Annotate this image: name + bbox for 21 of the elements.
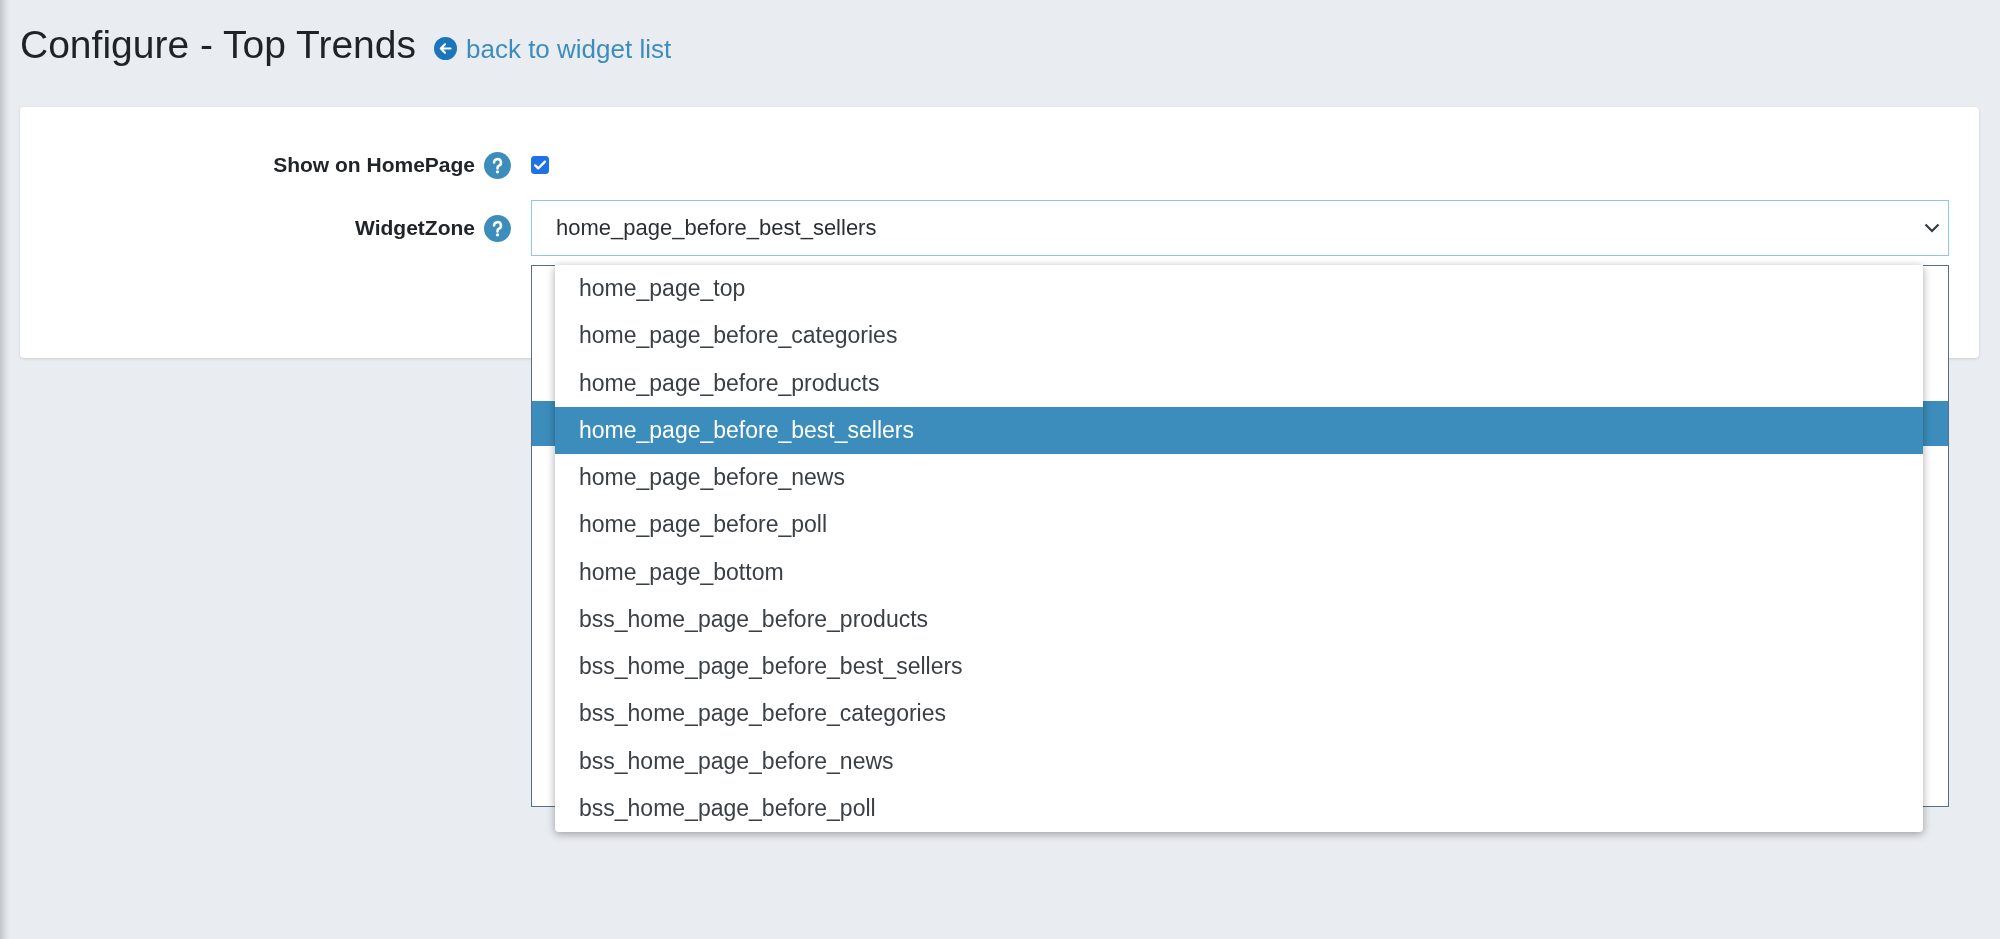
- chevron-down-icon: [1924, 223, 1940, 233]
- field-label: Show on HomePage: [273, 153, 475, 177]
- dropdown-option[interactable]: home_page_before_categories: [555, 312, 1923, 360]
- page-title: Configure - Top Trends: [20, 22, 416, 68]
- help-icon: [484, 214, 511, 242]
- dropdown-option[interactable]: home_page_before_best_sellers: [555, 406, 1923, 454]
- dropdown-option[interactable]: bss_home_page_before_products: [555, 595, 1923, 643]
- dropdown-option[interactable]: bss_home_page_before_best_sellers: [555, 643, 1923, 691]
- dropdown-option[interactable]: bss_home_page_before_poll: [555, 784, 1923, 832]
- field-label: WidgetZone: [355, 216, 475, 240]
- help-icon: [484, 151, 511, 179]
- dropdown-option[interactable]: home_page_bottom: [555, 548, 1923, 596]
- dropdown-option[interactable]: home_page_before_news: [555, 454, 1923, 502]
- checkbox[interactable]: [531, 156, 549, 174]
- dropdown-option[interactable]: home_page_before_poll: [555, 501, 1923, 549]
- zone-select[interactable]: home_page_before_best_sellers: [531, 200, 1949, 256]
- left-arrow-circle-icon: [434, 37, 457, 60]
- dropdown-option[interactable]: home_page_before_products: [555, 359, 1923, 407]
- dropdown-option[interactable]: bss_home_page_before_categories: [555, 690, 1923, 738]
- dropdown-option[interactable]: home_page_top: [555, 265, 1923, 313]
- dropdown-option[interactable]: bss_home_page_before_news: [555, 737, 1923, 785]
